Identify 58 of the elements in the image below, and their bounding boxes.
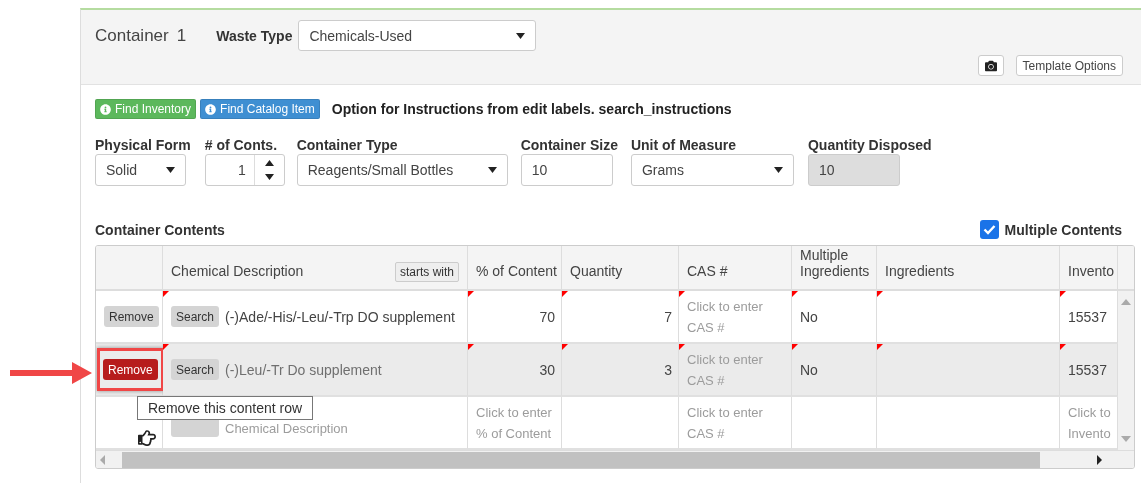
cell-text: 70 xyxy=(539,307,555,326)
info-icon xyxy=(205,103,217,115)
dropdown[interactable]: Reagents/Small Bottles xyxy=(296,154,508,186)
search-button[interactable]: Search xyxy=(171,306,220,327)
dropdown[interactable]: Grams xyxy=(630,154,794,186)
caret-icon xyxy=(516,32,526,39)
container-title: Container 1 xyxy=(95,25,187,46)
cell-text: No xyxy=(800,307,818,326)
search-button[interactable]: Search xyxy=(171,359,220,380)
field-label: Physical Form xyxy=(95,137,191,153)
remove-button[interactable]: Remove xyxy=(103,359,158,380)
section-label: Container Contents xyxy=(95,221,225,238)
field-label: Container Type xyxy=(296,137,399,153)
caret-icon xyxy=(773,167,783,173)
field-label: Container Size xyxy=(520,137,618,153)
instructions-text: Option for Instructions from edit labels. search_instructions xyxy=(331,101,732,117)
starts-with-button[interactable]: starts with xyxy=(395,262,459,282)
scroll-up-icon[interactable] xyxy=(1121,299,1131,305)
checkbox[interactable] xyxy=(979,220,999,239)
column-header: Ingredients xyxy=(885,263,955,279)
field-label: # of Conts. xyxy=(204,137,279,153)
cell-text: 30 xyxy=(539,360,555,379)
horizontal-scrollbar[interactable] xyxy=(96,450,1134,468)
cell-text: 15537 xyxy=(1068,360,1107,379)
camera-button[interactable] xyxy=(977,55,1004,76)
tooltip: Remove this content row xyxy=(137,396,314,420)
input-field[interactable]: 10 xyxy=(520,154,613,186)
column-header: CAS # xyxy=(687,263,728,279)
waste-type-dropdown[interactable]: Chemicals-Used xyxy=(298,20,537,51)
template-options-button[interactable]: Template Options xyxy=(1015,55,1123,76)
cell-text: 7 xyxy=(664,307,672,326)
number-spinner[interactable]: 1 xyxy=(204,154,285,186)
scroll-down-icon[interactable] xyxy=(1121,436,1131,442)
column-header: Multiple Ingredients xyxy=(800,247,870,279)
caret-icon xyxy=(166,167,175,173)
field-label: Quantity Disposed xyxy=(807,137,932,153)
column-header: % of Content xyxy=(476,263,557,279)
scrollbar-thumb[interactable] xyxy=(122,451,1040,468)
field-label: Waste Type xyxy=(216,27,293,44)
readonly-field: 10 xyxy=(807,154,900,186)
column-header: Invento xyxy=(1068,263,1114,279)
column-header: Quantity xyxy=(570,263,623,279)
scroll-left-icon[interactable] xyxy=(98,454,108,465)
remove-button[interactable]: Remove xyxy=(104,306,159,327)
camera-icon xyxy=(984,59,997,72)
cell-text: 15537 xyxy=(1068,307,1107,326)
cell-text: (-)Ade/-His/-Leu/-Trp DO supplement xyxy=(225,307,455,326)
caret-icon xyxy=(487,167,497,173)
scroll-right-icon[interactable] xyxy=(1094,454,1104,465)
cell-text: (-)Leu/-Tr Do supplement xyxy=(225,360,382,379)
hand-cursor-icon xyxy=(136,429,158,447)
info-icon xyxy=(100,103,111,115)
field-label: Unit of Measure xyxy=(630,137,737,153)
column-header: Chemical Description xyxy=(171,263,304,279)
cell-text: No xyxy=(800,360,818,379)
checkbox-label: Multiple Contents xyxy=(1004,221,1122,238)
dropdown[interactable]: Solid xyxy=(95,154,186,186)
cell-text: 3 xyxy=(664,360,672,379)
